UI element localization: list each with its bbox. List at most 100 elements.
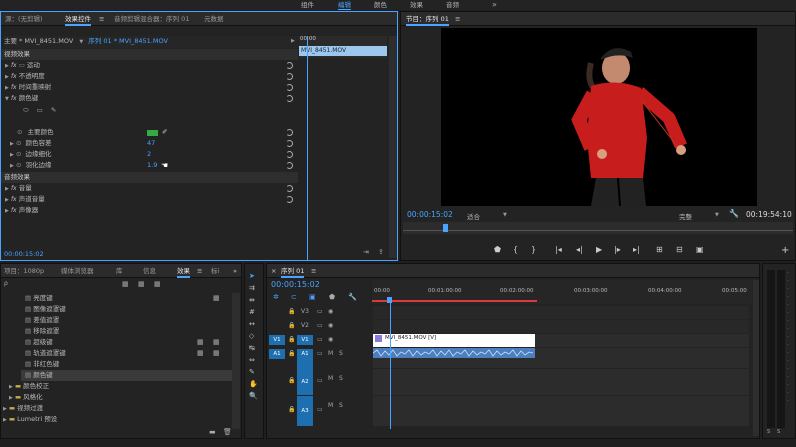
marker-icon[interactable]: ⬟ [494,245,501,254]
track-lane-a2[interactable] [373,369,749,395]
ripple-edit-icon[interactable]: ⇹ [249,296,255,305]
zoom-tool-icon[interactable]: 🔍 [249,392,258,401]
extract-icon[interactable]: ⊟ [676,245,683,254]
rate-stretch-icon[interactable]: ↔ [249,320,255,329]
workspace-effects[interactable]: 效果 [410,0,423,10]
param-value[interactable]: 47 [147,138,155,149]
reset-icon[interactable] [286,196,293,203]
sync-lock-icon[interactable]: ▭ [317,377,323,384]
workspace-color[interactable]: 颜色 [374,0,387,10]
reset-icon[interactable] [286,73,293,80]
step-forward-icon[interactable]: |▸ [614,245,621,254]
lock-icon[interactable]: 🔒 [288,350,295,357]
effect-channel-volume[interactable]: ▶ fx 声道音量 [1,194,298,205]
track-lane-v3[interactable] [373,306,749,319]
mark-in-icon[interactable]: { [513,245,518,254]
source-dropdown-icon[interactable]: ▼ [79,39,83,45]
tab-libraries[interactable]: 库 [116,264,123,278]
lock-icon[interactable]: 🔒 [288,406,295,413]
program-timecode[interactable]: 00:00:15:02 [407,210,453,219]
track-target-v1[interactable]: V1 [297,335,313,345]
slide-tool-icon[interactable]: ⇔ [249,356,255,365]
timeline-playhead[interactable] [390,303,391,429]
tab-menu-icon[interactable]: ≡ [455,12,460,26]
track-lane-v1[interactable]: MVI_8451.MOV [V] [373,334,749,347]
track-target-a1[interactable]: A1 [297,349,313,369]
solo-right-icon[interactable]: S [777,429,780,435]
effect-panner[interactable]: ▶ fx 声像器 [1,205,298,216]
video-frame[interactable] [441,28,757,206]
lift-icon[interactable]: ⊞ [656,245,663,254]
effect-scrollbar[interactable] [389,36,397,258]
effect-opacity[interactable]: ▶ fx 不透明度 [1,71,298,82]
tab-info[interactable]: 信息 [143,264,156,278]
list-item[interactable]: ▤ 非红色键 [25,359,59,370]
go-to-out-icon[interactable]: ▸| [633,245,640,254]
ellipse-mask-icon[interactable]: ⬭ [23,106,29,114]
lock-icon[interactable]: 🔒 [288,308,295,315]
tab-menu-icon[interactable]: ≡ [99,12,104,26]
wrench-icon[interactable]: 🔧 [729,209,739,218]
effect-motion[interactable]: ▶ fx ▭ 运动 [1,60,298,71]
close-tab-icon[interactable]: × [271,264,276,278]
tab-sequence[interactable]: 序列 01 [281,264,305,278]
effect-color-key[interactable]: ▼ fx 颜色键 [1,93,298,104]
expand-icon[interactable]: ▶ [291,36,295,47]
effects-scrollbar[interactable] [232,293,240,429]
param-value[interactable]: 2 [147,149,151,160]
source-patch-a1[interactable]: A1 [269,349,285,359]
stopwatch-icon[interactable]: ⊙ [16,150,21,158]
more-tabs-icon[interactable]: » [233,264,237,278]
razor-icon[interactable]: ◇ [249,332,254,341]
sync-lock-icon[interactable]: ▭ [317,406,323,413]
lock-icon[interactable]: 🔒 [288,377,295,384]
reset-icon[interactable] [286,151,293,158]
fit-dropdown[interactable]: 适合 [467,211,480,221]
param-value[interactable]: 1.9 [147,160,157,171]
rect-mask-icon[interactable]: ▭ [37,106,43,114]
slip-tool-icon[interactable]: ↹ [249,344,255,353]
pen-mask-icon[interactable]: ✎ [51,106,56,114]
tab-source[interactable]: 源：(无剪辑) [5,12,43,26]
reset-icon[interactable] [286,95,293,102]
workspace-audio[interactable]: 音频 [446,0,459,10]
solo-icon[interactable]: S [339,402,343,409]
tab-menu-icon[interactable]: ≡ [197,264,202,278]
go-to-in-icon[interactable]: |◂ [555,245,562,254]
list-item[interactable]: ▤ 超级键 [25,337,53,348]
list-item[interactable]: ▤ 移除遮罩 [25,326,59,337]
tab-audio-clip-mixer[interactable]: 音频剪辑混合器：序列 01 [114,12,189,26]
32bit-effects-icon[interactable]: ▦ [138,280,145,288]
sync-lock-icon[interactable]: ▭ [317,308,323,315]
tab-program[interactable]: 节目：序列 01 [406,12,449,26]
new-bin-icon[interactable]: ▬ [209,428,216,436]
mute-icon[interactable]: M [328,350,333,357]
track-target-a3[interactable]: A3 [297,396,313,426]
folder-item[interactable]: ▶ ▬ 视频过渡 [3,403,43,414]
timeline-settings-icon[interactable]: 🔧 [348,293,357,301]
mute-icon[interactable]: M [328,375,333,382]
step-back-icon[interactable]: ◂| [576,245,583,254]
reset-icon[interactable] [286,129,293,136]
eye-icon[interactable]: ◉ [328,336,333,343]
sync-lock-icon[interactable]: ▭ [317,350,323,357]
folder-item[interactable]: ▶ ▬ Lumetri 预设 [3,414,57,425]
list-item[interactable]: ▤ 图像遮罩键 [25,304,66,315]
timeline-scrollbar[interactable] [753,280,759,436]
reset-icon[interactable] [286,140,293,147]
delete-icon[interactable]: 🗑 [223,428,232,436]
track-lane-a3[interactable] [373,396,749,426]
hand-tool-icon[interactable]: ✋ [249,380,258,389]
eye-icon[interactable]: ◉ [328,308,333,315]
yuv-effects-icon[interactable]: ▦ [154,280,161,288]
key-color-swatch[interactable] [147,130,158,136]
tab-metadata[interactable]: 元数据 [204,12,224,26]
quality-chevron-down-icon[interactable]: ▼ [715,212,719,218]
selection-tool-icon[interactable]: ➤ [249,272,255,281]
program-playhead[interactable] [443,224,448,232]
reset-icon[interactable] [286,84,293,91]
tab-menu-icon[interactable]: ≡ [311,264,316,278]
reset-icon[interactable] [286,185,293,192]
tab-media-browser[interactable]: 媒体浏览器 [61,264,94,278]
eye-icon[interactable]: ◉ [328,322,333,329]
